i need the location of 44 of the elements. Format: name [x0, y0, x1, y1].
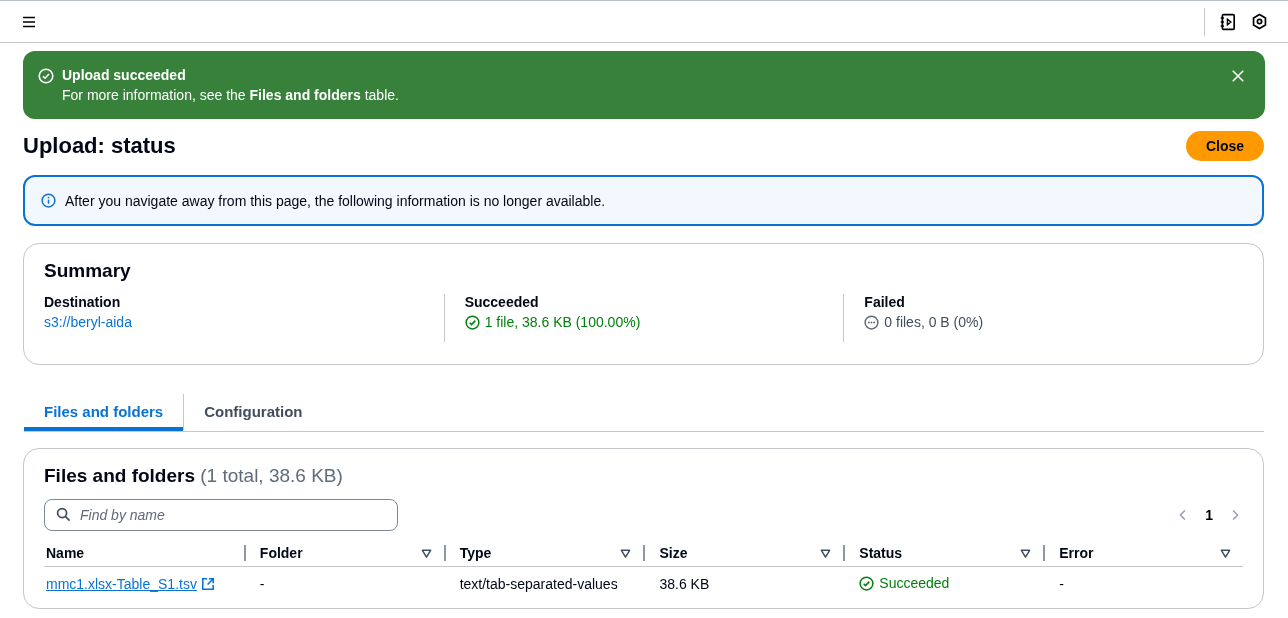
file-link[interactable]: mmc1.xlsx-Table_S1.tsv: [46, 576, 197, 593]
column-header[interactable]: Folder: [259, 545, 303, 561]
search-field[interactable]: Find by name: [44, 499, 398, 531]
hexagon-icon[interactable]: [1251, 13, 1268, 30]
sort-icon[interactable]: [820, 547, 832, 559]
sort-icon[interactable]: [1020, 547, 1032, 559]
column-header[interactable]: Error: [1059, 545, 1094, 561]
notebook-icon[interactable]: [1219, 12, 1237, 31]
info-text: After you navigate away from this page, the following information is no longer available.: [65, 192, 606, 209]
table-cell-text: -: [1058, 576, 1064, 593]
column-header[interactable]: Name: [46, 545, 85, 561]
status-text: Succeeded: [879, 575, 950, 591]
summary-title: Summary: [44, 260, 132, 282]
table-cell-text: 38.6 KB: [658, 576, 710, 593]
banner-title: Upload succeeded: [62, 66, 187, 85]
sort-icon[interactable]: [1220, 547, 1231, 559]
pending-circle-icon: [864, 314, 880, 330]
table-cell-text: text/tab-separated-values: [458, 576, 618, 593]
column-header[interactable]: Type: [459, 545, 492, 561]
destination-link[interactable]: s3://beryl-aida: [44, 314, 132, 330]
table-cell-text: -: [258, 576, 265, 593]
close-button[interactable]: Close: [1185, 131, 1264, 161]
page-title: Upload: status: [23, 133, 176, 159]
sort-icon[interactable]: [420, 547, 432, 559]
column-header[interactable]: Status: [859, 545, 903, 561]
check-circle-icon: [38, 68, 54, 84]
summary-label: Succeeded: [464, 294, 540, 310]
summary-value: 0 files, 0 B (0%): [884, 314, 984, 330]
item-count: (1 total, 38.6 KB): [200, 465, 343, 486]
summary-label: Destination: [44, 294, 122, 310]
table-title: Files and folders: [44, 465, 195, 486]
check-circle-icon: [464, 314, 480, 330]
banner-message: For more information, see the Files and folders table.: [62, 86, 400, 105]
close-icon[interactable]: [1229, 67, 1247, 85]
tab[interactable]: Files and folders: [24, 392, 184, 431]
sort-icon[interactable]: [620, 547, 632, 559]
column-header[interactable]: Size: [659, 545, 688, 561]
check-circle-icon: [859, 575, 875, 591]
external-link-icon[interactable]: [200, 577, 215, 592]
summary-value: 1 file, 38.6 KB (100.00%): [484, 314, 641, 330]
tab[interactable]: Configuration: [184, 392, 323, 431]
summary-label: Failed: [864, 294, 906, 310]
page-number[interactable]: 1: [1201, 507, 1217, 523]
info-icon: [41, 193, 56, 208]
